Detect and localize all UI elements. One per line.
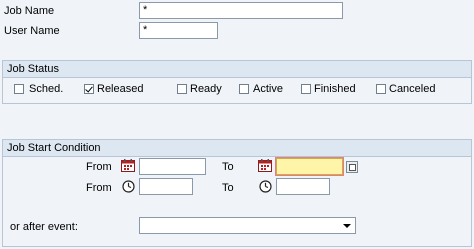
status-active-label: Active [253, 83, 283, 95]
after-event-label: or after event: [10, 221, 78, 233]
status-active-checkbox[interactable] [239, 84, 249, 94]
status-released-checkbox[interactable] [84, 84, 94, 94]
status-canceled-label: Canceled [389, 83, 436, 95]
from-time-label: From [86, 182, 112, 194]
clock-icon[interactable] [122, 180, 135, 193]
to-date-input[interactable] [275, 157, 344, 176]
from-date-label: From [86, 161, 112, 173]
after-event-dropdown[interactable] [139, 217, 356, 234]
user-name-input[interactable]: * [139, 22, 218, 39]
to-time-label: To [222, 182, 234, 194]
to-date-label: To [222, 161, 234, 173]
from-time-input[interactable] [139, 178, 193, 195]
status-finished-label: Finished [314, 83, 356, 95]
value-help-icon[interactable] [346, 161, 358, 173]
status-canceled-checkbox[interactable] [376, 84, 386, 94]
job-start-condition-title: Job Start Condition [3, 140, 471, 157]
clock-icon[interactable] [259, 180, 272, 193]
job-status-title: Job Status [3, 61, 471, 78]
job-name-label: Job Name [4, 5, 55, 17]
calendar-icon[interactable] [258, 159, 272, 172]
status-ready-label: Ready [190, 83, 222, 95]
status-finished-checkbox[interactable] [301, 84, 311, 94]
status-released-label: Released [97, 83, 144, 95]
status-ready-checkbox[interactable] [177, 84, 187, 94]
to-time-input[interactable] [276, 178, 330, 195]
status-sched-label: Sched. [29, 83, 64, 95]
calendar-icon[interactable] [121, 159, 135, 172]
from-date-input[interactable] [139, 158, 206, 175]
job-name-input[interactable]: * [139, 2, 343, 19]
status-sched-checkbox[interactable] [14, 84, 24, 94]
user-name-label: User Name [4, 25, 60, 37]
chevron-down-icon[interactable] [343, 224, 351, 228]
